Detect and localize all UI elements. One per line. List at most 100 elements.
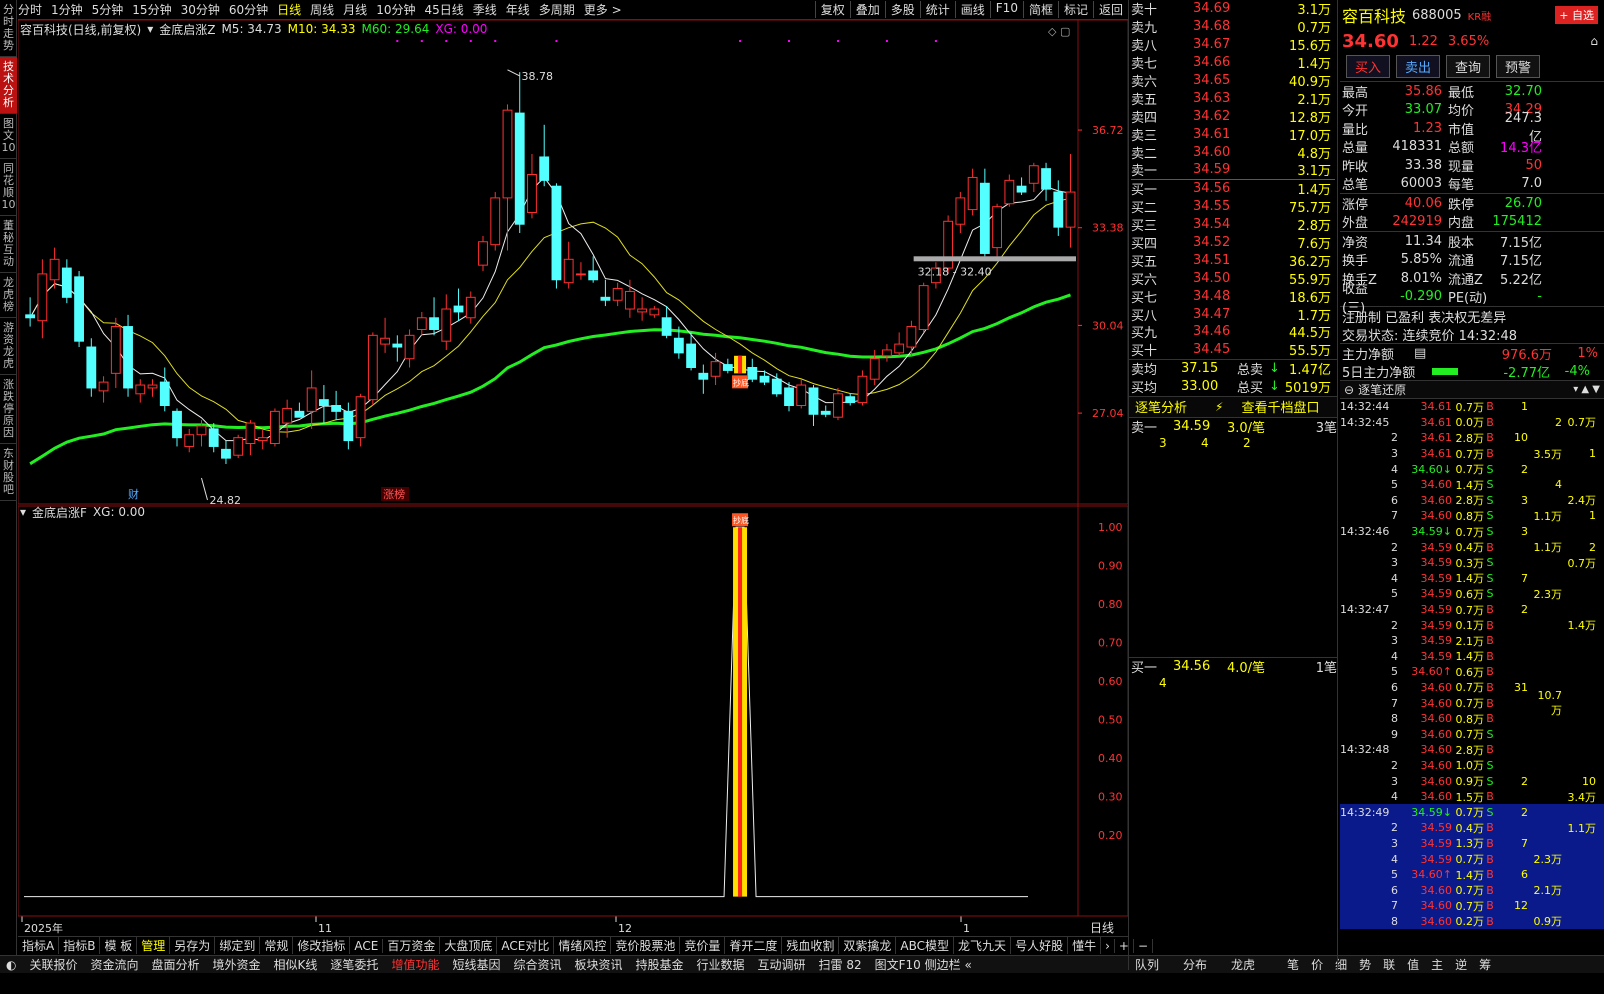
sell-level-3[interactable]: 卖七 34.66 1.4万 xyxy=(1129,54,1337,72)
period-tab-5[interactable]: 60分钟 xyxy=(229,1,268,18)
tick-row-11[interactable]: 4 34.59 1.4万 S 7 xyxy=(1340,571,1604,587)
tick-row-21[interactable]: 9 34.60 0.7万 S xyxy=(1340,726,1604,742)
toolbar-btn-1[interactable]: 叠加 xyxy=(849,1,885,18)
period-tab-14[interactable]: 更多 > xyxy=(584,1,622,18)
status-item-8[interactable]: 综合资讯 xyxy=(513,956,561,973)
tick-row-8[interactable]: 14:32:46 34.59↓ 0.7万 S 3 xyxy=(1340,524,1604,540)
tick-row-6[interactable]: 6 34.60 2.8万 S 3 2.4万 xyxy=(1340,493,1604,509)
left-tab-1[interactable]: 技术分析 xyxy=(0,57,17,114)
tick-row-10[interactable]: 3 34.59 0.3万 S 0.7万 xyxy=(1340,555,1604,571)
tick-row-1[interactable]: 14:32:45 34.61 0.0万 B 2 0.7万 xyxy=(1340,415,1604,431)
tick-row-33[interactable]: 8 34.60 0.2万 B 0.9万 xyxy=(1340,913,1604,930)
left-tab-5[interactable]: 龙虎榜 xyxy=(0,273,17,318)
period-tab-7[interactable]: 周线 xyxy=(310,1,334,18)
status-item-12[interactable]: 互动调研 xyxy=(758,956,806,973)
toolbar-btn-6[interactable]: 简框 xyxy=(1022,1,1058,18)
status-menu-icon[interactable]: ◐ xyxy=(6,958,16,972)
status-item-13[interactable]: 扫雷 82 xyxy=(819,956,862,973)
indicator-tab-21[interactable]: 懂牛 xyxy=(1068,937,1102,954)
tick-row-3[interactable]: 3 34.61 0.7万 B 3.5万 1 xyxy=(1340,446,1604,462)
sell-level-1[interactable]: 卖九 34.68 0.7万 xyxy=(1129,18,1337,36)
tick-row-14[interactable]: 2 34.59 0.1万 B 1.4万 xyxy=(1340,617,1604,633)
sell-level-5[interactable]: 卖五 34.63 2.1万 xyxy=(1129,89,1337,108)
indicator-tab-13[interactable]: 竞价股票池 xyxy=(611,937,681,954)
left-tab-3[interactable]: 同花顺10 xyxy=(0,159,17,216)
tick-row-4[interactable]: 4 34.60↓ 0.7万 S 2 xyxy=(1340,461,1604,477)
period-tab-8[interactable]: 月线 xyxy=(343,1,367,18)
buy-level-8[interactable]: 买九 34.46 44.5万 xyxy=(1129,323,1337,341)
indicator-tab-11[interactable]: ACE对比 xyxy=(497,937,555,954)
buy-level-5[interactable]: 买六 34.50 55.9万 xyxy=(1129,269,1337,288)
action-0[interactable]: 买入 xyxy=(1346,55,1391,78)
sell-level-9[interactable]: 卖一 34.59 3.1万 xyxy=(1129,161,1337,179)
buy-level-1[interactable]: 买二 34.55 75.7万 xyxy=(1129,198,1337,216)
buy-level-3[interactable]: 买四 34.52 7.6万 xyxy=(1129,234,1337,252)
indicator-tab-3[interactable]: 管理 xyxy=(137,937,171,954)
tick-row-29[interactable]: 4 34.59 0.7万 B 2.3万 xyxy=(1340,851,1604,867)
toolbar-btn-2[interactable]: 多股 xyxy=(884,1,920,18)
tick-row-22[interactable]: 14:32:48 34.60 2.8万 B xyxy=(1340,742,1604,758)
status-item-10[interactable]: 持股基金 xyxy=(636,956,684,973)
indicator-tab-9[interactable]: 百万资金 xyxy=(383,937,441,954)
view-depth-link[interactable]: 查看千档盘口 xyxy=(1241,397,1319,416)
toolbar-btn-0[interactable]: 复权 xyxy=(814,1,850,18)
status-item-11[interactable]: 行业数据 xyxy=(697,956,745,973)
left-tab-2[interactable]: 图文10 xyxy=(0,114,17,159)
buy-level-2[interactable]: 买三 34.54 2.8万 xyxy=(1129,216,1337,234)
left-tab-8[interactable]: 东财股吧 xyxy=(0,444,17,501)
tick-row-15[interactable]: 3 34.59 2.1万 B xyxy=(1340,633,1604,649)
indicator-tab-17[interactable]: 双紫擒龙 xyxy=(839,937,897,954)
status-item-1[interactable]: 资金流向 xyxy=(91,956,139,973)
indicator-tab-16[interactable]: 残血收割 xyxy=(782,937,840,954)
status-item-5[interactable]: 逐笔委托 xyxy=(330,956,378,973)
period-tab-11[interactable]: 季线 xyxy=(473,1,497,18)
sell-level-8[interactable]: 卖二 34.60 4.8万 xyxy=(1129,143,1337,162)
tick-row-7[interactable]: 7 34.60 0.8万 S 1.1万 1 xyxy=(1340,508,1604,524)
toolbar-btn-7[interactable]: 标记 xyxy=(1057,1,1093,18)
period-tab-4[interactable]: 30分钟 xyxy=(181,1,220,18)
period-tab-1[interactable]: 1分钟 xyxy=(51,1,83,18)
tick-row-2[interactable]: 2 34.61 2.8万 B 10 xyxy=(1340,430,1604,446)
period-tab-2[interactable]: 5分钟 xyxy=(92,1,124,18)
toolbar-btn-3[interactable]: 统计 xyxy=(919,1,955,18)
tick-row-16[interactable]: 4 34.59 1.4万 B xyxy=(1340,649,1604,665)
status-item-3[interactable]: 境外资金 xyxy=(213,956,261,973)
sell-level-4[interactable]: 卖六 34.65 40.9万 xyxy=(1129,72,1337,90)
status-item-0[interactable]: 关联报价 xyxy=(29,956,77,973)
indicator-tab-5[interactable]: 绑定到 xyxy=(215,937,261,954)
toolbar-btn-4[interactable]: 画线 xyxy=(954,1,990,18)
status-item-2[interactable]: 盘面分析 xyxy=(152,956,200,973)
indicator-tab-10[interactable]: 大盘顶底 xyxy=(440,937,498,954)
tick-row-9[interactable]: 2 34.59 0.4万 B 1.1万 2 xyxy=(1340,539,1604,555)
tick-row-25[interactable]: 4 34.60 1.5万 B 3.4万 xyxy=(1340,789,1604,805)
buy-level-6[interactable]: 买七 34.48 18.6万 xyxy=(1129,287,1337,306)
status-item-9[interactable]: 板块资讯 xyxy=(574,956,622,973)
action-2[interactable]: 查询 xyxy=(1446,55,1491,78)
tick-row-27[interactable]: 2 34.59 0.4万 B 1.1万 xyxy=(1340,820,1604,836)
tick-row-23[interactable]: 2 34.60 1.0万 S xyxy=(1340,758,1604,774)
period-tab-13[interactable]: 多周期 xyxy=(539,1,575,18)
indicator-tab-0[interactable]: 指标A xyxy=(18,937,60,954)
period-tab-6[interactable]: 日线 xyxy=(277,1,301,18)
tick-row-12[interactable]: 5 34.59 0.6万 S 2.3万 xyxy=(1340,586,1604,602)
status-item-4[interactable]: 相似K线 xyxy=(274,956,318,973)
buy-level-7[interactable]: 买八 34.47 1.7万 xyxy=(1129,305,1337,324)
toolbar-btn-5[interactable]: F10 xyxy=(989,1,1023,18)
action-3[interactable]: 预警 xyxy=(1496,55,1541,78)
sell-level-7[interactable]: 卖三 34.61 17.0万 xyxy=(1129,125,1337,144)
buy-level-4[interactable]: 买五 34.51 36.2万 xyxy=(1129,251,1337,270)
action-1[interactable]: 卖出 xyxy=(1396,55,1441,78)
indicator-tab-19[interactable]: 龙飞九天 xyxy=(954,937,1012,954)
indicator-tab-6[interactable]: 常规 xyxy=(260,937,294,954)
sell-level-2[interactable]: 卖八 34.67 15.6万 xyxy=(1129,36,1337,54)
tick-analysis-title[interactable]: 逐笔分析 xyxy=(1135,397,1187,416)
tick-row-30[interactable]: 5 34.60↑ 1.4万 B 6 xyxy=(1340,866,1604,883)
toolbar-btn-8[interactable]: 返回 xyxy=(1092,1,1128,18)
buy-level-0[interactable]: 买一 34.56 1.4万 xyxy=(1129,180,1337,198)
left-tab-4[interactable]: 董秘互动 xyxy=(0,216,17,273)
status-item-14[interactable]: 图文F10 侧边栏 « xyxy=(875,956,972,973)
tick-row-32[interactable]: 7 34.60 0.7万 B 12 xyxy=(1340,898,1604,914)
indicator-tab-1[interactable]: 指标B xyxy=(59,937,101,954)
period-tab-9[interactable]: 10分钟 xyxy=(376,1,415,18)
add-favorite-button[interactable]: + 自选 xyxy=(1555,6,1598,24)
